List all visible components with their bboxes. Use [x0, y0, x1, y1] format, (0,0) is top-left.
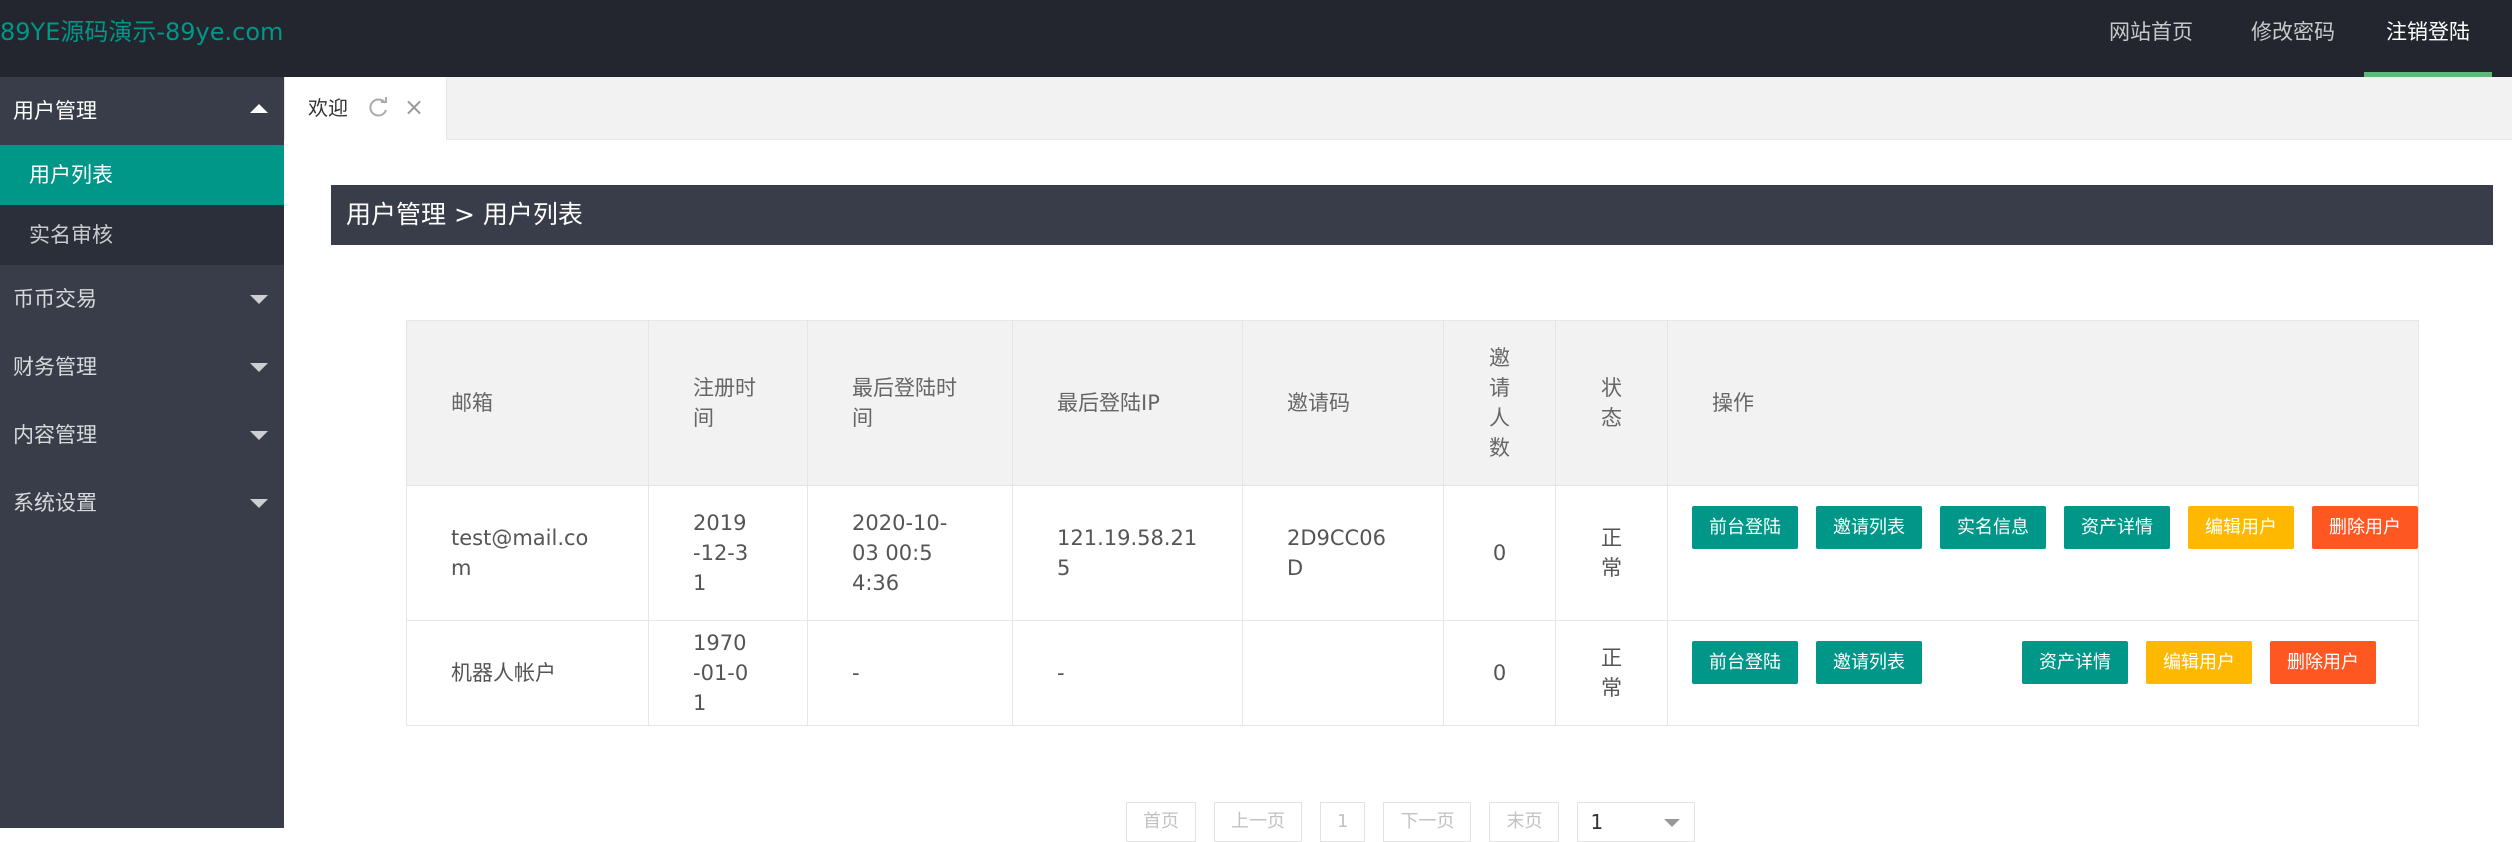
cell-invite-code [1242, 620, 1444, 726]
cell-last-login-time-text: 2020-10-03 00:54:36 [852, 511, 948, 595]
col-header-invite-count: 邀请人数 [1443, 320, 1556, 486]
pager-prev-button[interactable]: 上一页 [1214, 802, 1302, 842]
menu-finance[interactable]: 财务管理 [0, 333, 284, 401]
col-header-last-login-ip: 最后登陆IP [1012, 320, 1243, 486]
menu-content-label: 内容管理 [13, 423, 97, 447]
caret-up-icon [250, 104, 268, 113]
cell-status: 正常 [1555, 620, 1668, 726]
caret-down-icon [250, 363, 268, 372]
cell-last-login-ip: - [1012, 620, 1243, 726]
nav-home-link[interactable]: 网站首页 [2080, 0, 2222, 77]
close-icon[interactable]: × [401, 94, 427, 120]
realname-info-button[interactable]: 实名信息 [1940, 506, 2046, 549]
cell-email: 机器人帐户 [406, 620, 649, 726]
action-buttons: 前台登陆 邀请列表 实名信息 资产详情 编辑用户 删除用户 [1692, 506, 2418, 550]
col-header-reg-time: 注册时间 [648, 320, 808, 486]
cell-invite-count: 0 [1443, 485, 1556, 621]
invite-list-button[interactable]: 邀请列表 [1816, 641, 1922, 684]
table-header-row: 邮箱 注册时间 最后登陆时间 最后登陆IP 邀请码 邀请人数 状态 操作 [406, 320, 2419, 486]
cell-reg-time-text: 2019-12-31 [693, 511, 749, 595]
pager-current-page[interactable]: 1 [1320, 802, 1366, 842]
cell-invite-count: 0 [1443, 620, 1556, 726]
menu-group-user: 用户管理 用户列表 实名审核 [0, 77, 284, 265]
menu-user-management[interactable]: 用户管理 [0, 77, 284, 145]
edit-user-button[interactable]: 编辑用户 [2146, 641, 2252, 684]
tab-bar: 欢迎 × [284, 77, 2512, 140]
front-login-button[interactable]: 前台登陆 [1692, 506, 1798, 549]
table-row: test@mail.com 2019-12-31 2020-10-03 00:5… [406, 485, 2419, 621]
tab-welcome-label: 欢迎 [308, 96, 348, 120]
cell-email: test@mail.com [406, 485, 649, 621]
pager-first-button[interactable]: 首页 [1126, 802, 1196, 842]
tab-welcome[interactable]: 欢迎 × [284, 77, 447, 140]
menu-coin-trade[interactable]: 币币交易 [0, 265, 284, 333]
cell-last-login-ip: 121.19.58.215 [1012, 485, 1243, 621]
col-header-invite-code: 邀请码 [1242, 320, 1444, 486]
asset-detail-button[interactable]: 资产详情 [2022, 641, 2128, 684]
menu-content[interactable]: 内容管理 [0, 401, 284, 469]
breadcrumb: 用户管理 > 用户列表 [331, 185, 2493, 245]
menu-user-management-label: 用户管理 [13, 99, 97, 123]
pagination: 首页 上一页 1 下一页 末页 1 [1126, 802, 1696, 842]
menu-finance-label: 财务管理 [13, 355, 97, 379]
menu-settings-label: 系统设置 [13, 491, 97, 515]
table-row: 机器人帐户 1970-01-01 - - 0 正常 前台登陆 邀请列表 资产详情… [406, 620, 2419, 726]
col-header-email: 邮箱 [406, 320, 649, 486]
action-buttons: 前台登陆 邀请列表 资产详情 编辑用户 删除用户 [1692, 641, 2394, 685]
menu-coin-trade-label: 币币交易 [13, 287, 97, 311]
col-header-actions: 操作 [1667, 320, 2419, 486]
cell-actions: 前台登陆 邀请列表 实名信息 资产详情 编辑用户 删除用户 [1667, 485, 2419, 621]
cell-reg-time: 1970-01-01 [648, 620, 808, 726]
action-spacer [1940, 641, 2022, 685]
submenu-user: 用户列表 实名审核 [0, 145, 284, 265]
caret-down-icon [250, 431, 268, 440]
cell-status-text: 正常 [1601, 526, 1622, 580]
front-login-button[interactable]: 前台登陆 [1692, 641, 1798, 684]
sidebar-item-user-list[interactable]: 用户列表 [0, 145, 284, 205]
user-table-container: 邮箱 注册时间 最后登陆时间 最后登陆IP 邀请码 邀请人数 状态 操作 tes… [406, 320, 2419, 726]
cell-status: 正常 [1555, 485, 1668, 621]
col-header-last-login-time: 最后登陆时间 [807, 320, 1013, 486]
cell-invite-code: 2D9CC06D [1242, 485, 1444, 621]
delete-user-button[interactable]: 删除用户 [2270, 641, 2376, 684]
nav-change-password-link[interactable]: 修改密码 [2222, 0, 2364, 77]
cell-actions: 前台登陆 邀请列表 资产详情 编辑用户 删除用户 [1667, 620, 2419, 726]
chevron-down-icon [1664, 819, 1681, 827]
caret-down-icon [250, 295, 268, 304]
nav-logout-link[interactable]: 注销登陆 [2364, 0, 2492, 77]
col-header-status: 状态 [1555, 320, 1668, 486]
col-header-status-text: 状态 [1601, 376, 1622, 430]
sidebar-item-realname-review[interactable]: 实名审核 [0, 205, 284, 265]
cell-reg-time: 2019-12-31 [648, 485, 808, 621]
edit-user-button[interactable]: 编辑用户 [2188, 506, 2294, 549]
top-nav: 网站首页 修改密码 注销登陆 [2080, 0, 2512, 77]
cell-status-text: 正常 [1601, 646, 1622, 700]
asset-detail-button[interactable]: 资产详情 [2064, 506, 2170, 549]
top-header: 89YE源码演示-89ye.com 网站首页 修改密码 注销登陆 [0, 0, 2512, 77]
menu-settings[interactable]: 系统设置 [0, 469, 284, 537]
cell-last-login-time: - [807, 620, 1013, 726]
user-table: 邮箱 注册时间 最后登陆时间 最后登陆IP 邀请码 邀请人数 状态 操作 tes… [406, 320, 2419, 726]
site-logo[interactable]: 89YE源码演示-89ye.com [0, 0, 283, 64]
col-header-invite-count-text: 邀请人数 [1489, 346, 1510, 460]
invite-list-button[interactable]: 邀请列表 [1816, 506, 1922, 549]
cell-reg-time-text: 1970-01-01 [693, 631, 749, 715]
refresh-icon[interactable] [365, 95, 391, 121]
pager-next-button[interactable]: 下一页 [1383, 802, 1472, 842]
page-select[interactable]: 1 [1577, 802, 1696, 842]
delete-user-button[interactable]: 删除用户 [2312, 506, 2418, 549]
cell-last-login-time: 2020-10-03 00:54:36 [807, 485, 1013, 621]
pager-last-button[interactable]: 末页 [1489, 802, 1560, 842]
sidebar: 用户管理 用户列表 实名审核 币币交易 财务管理 内容管理 系统设置 [0, 77, 284, 828]
page-select-value: 1 [1590, 810, 1604, 834]
caret-down-icon [250, 499, 268, 508]
